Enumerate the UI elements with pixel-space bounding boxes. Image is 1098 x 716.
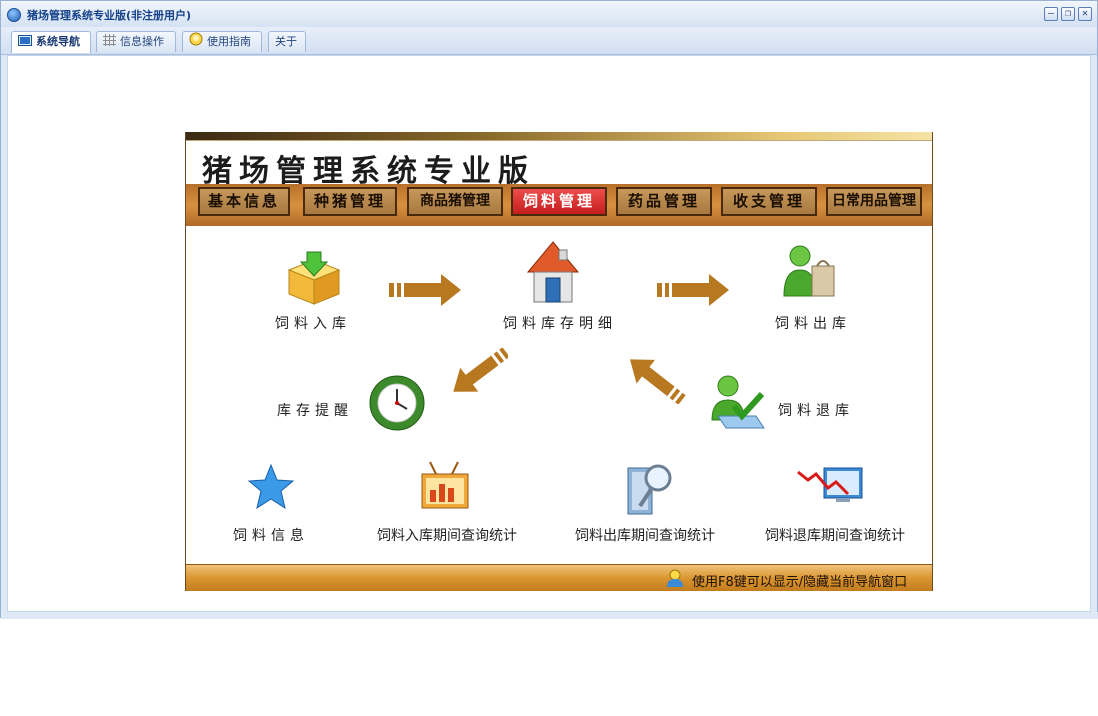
user-shopping-bag-icon[interactable]	[780, 242, 838, 304]
stock-reminder-link[interactable]: 库存提醒	[277, 400, 353, 420]
tab-about[interactable]: 关于	[268, 31, 306, 52]
menu-medicine[interactable]: 药品管理	[616, 187, 712, 216]
feed-out-link[interactable]: 饲料出库	[775, 313, 851, 333]
feed-return-stats-link[interactable]: 饲料退库期间查询统计	[765, 525, 905, 545]
tab-label: 系统导航	[36, 35, 80, 48]
tab-label: 使用指南	[207, 35, 251, 48]
window-title: 猪场管理系统专业版(非注册用户)	[27, 9, 192, 22]
feed-stock-detail-link[interactable]: 饲料库存明细	[503, 313, 617, 333]
tv-chart-icon[interactable]	[416, 458, 474, 520]
down-left-arrow-icon	[440, 347, 510, 408]
tab-user-guide[interactable]: 使用指南	[182, 31, 262, 52]
feed-in-stats-link[interactable]: 饲料入库期间查询统计	[377, 525, 517, 545]
grid-icon	[103, 33, 116, 52]
footer-tip: 使用F8键可以显示/隐藏当前导航窗口	[692, 575, 908, 590]
minimize-button[interactable]: –	[1044, 7, 1058, 21]
tab-system-navigation[interactable]: 系统导航	[11, 31, 91, 53]
feed-out-stats-link[interactable]: 饲料出库期间查询统计	[575, 525, 715, 545]
tab-bar: 系统导航 信息操作 使用指南 关于	[1, 27, 1097, 55]
right-arrow-icon	[657, 272, 729, 312]
close-button[interactable]: ✕	[1078, 7, 1092, 21]
navigation-panel: 猪场管理系统专业版 基本信息 种猪管理 商品猪管理 饲料管理 药品管理 收支管理…	[185, 132, 933, 591]
tab-label: 信息操作	[120, 35, 164, 48]
user-tip-icon	[666, 569, 684, 587]
feed-return-link[interactable]: 饲料退库	[778, 400, 854, 420]
box-download-icon[interactable]	[285, 250, 343, 310]
feed-in-link[interactable]: 饲料入库	[275, 313, 351, 333]
tab-label: 关于	[275, 35, 297, 48]
up-left-arrow-icon	[618, 348, 686, 408]
panel-footer: 使用F8键可以显示/隐藏当前导航窗口	[186, 564, 932, 591]
module-menu-bar: 基本信息 种猪管理 商品猪管理 饲料管理 药品管理 收支管理 日常用品管理	[186, 184, 932, 226]
menu-income-expense[interactable]: 收支管理	[721, 187, 817, 216]
title-bar: 猪场管理系统专业版(非注册用户) – ❐ ✕	[1, 1, 1097, 28]
right-arrow-icon	[389, 272, 461, 312]
clock-icon[interactable]	[368, 374, 426, 436]
menu-commodity-pig[interactable]: 商品猪管理	[407, 187, 503, 216]
user-check-icon[interactable]	[708, 372, 766, 436]
magnifier-book-icon[interactable]	[626, 460, 676, 522]
panel-header-stripe	[186, 132, 932, 141]
menu-breeding-pig[interactable]: 种猪管理	[303, 187, 397, 216]
menu-feed-management[interactable]: 饲料管理	[511, 187, 607, 216]
star-icon[interactable]	[246, 462, 296, 516]
status-strip	[1, 612, 1098, 619]
house-icon[interactable]	[526, 240, 580, 310]
app-logo-icon	[7, 8, 21, 22]
menu-daily-supplies[interactable]: 日常用品管理	[826, 187, 922, 216]
restore-button[interactable]: ❐	[1061, 7, 1075, 21]
monitor-icon	[18, 33, 32, 52]
feed-info-link[interactable]: 饲料信息	[233, 525, 309, 545]
lightbulb-icon	[189, 32, 203, 52]
monitor-chart-icon[interactable]	[796, 464, 864, 518]
menu-basic-info[interactable]: 基本信息	[198, 187, 290, 216]
tab-information-operations[interactable]: 信息操作	[96, 31, 176, 52]
